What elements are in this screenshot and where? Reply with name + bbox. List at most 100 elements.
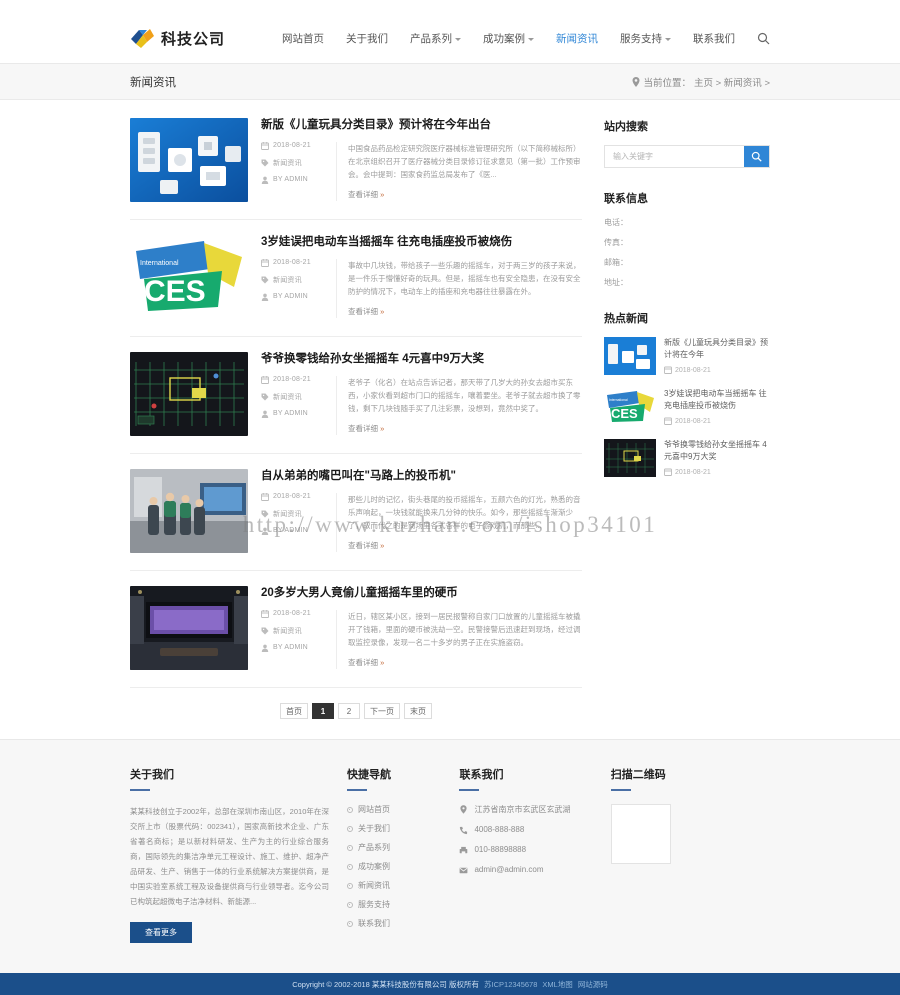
- news-item[interactable]: 爷爷换零钱给孙女坐摇摇车 4元喜中9万大奖 2018-08-21 新闻资讯: [130, 352, 582, 454]
- news-category[interactable]: 新闻资讯: [261, 275, 328, 285]
- bullet-icon: [347, 826, 353, 832]
- author-text: BY ADMIN: [273, 410, 308, 417]
- user-icon: [261, 293, 269, 301]
- read-more-link[interactable]: 查看详细 »: [348, 656, 582, 669]
- news-title[interactable]: 新版《儿童玩具分类目录》预计将在今年出台: [261, 118, 582, 133]
- read-more-link[interactable]: 查看详细 »: [348, 422, 582, 435]
- news-thumbnail[interactable]: International CES: [130, 235, 248, 319]
- search-icon[interactable]: [757, 32, 770, 45]
- news-category[interactable]: 新闻资讯: [261, 158, 328, 168]
- hot-news-title-text[interactable]: 爷爷换零钱给孙女坐摇摇车 4元喜中9万大奖: [664, 439, 770, 463]
- footer-link-home[interactable]: 网站首页: [347, 804, 442, 815]
- news-thumbnail[interactable]: [130, 586, 248, 670]
- arrow-icon: »: [380, 307, 384, 316]
- news-category[interactable]: 新闻资讯: [261, 509, 328, 519]
- news-title[interactable]: 20多岁大男人竟偷儿童摇摇车里的硬币: [261, 586, 582, 601]
- search-submit-button[interactable]: [744, 146, 769, 167]
- author-text: BY ADMIN: [273, 644, 308, 651]
- footer-email-text: admin@admin.com: [474, 865, 543, 874]
- nav-label: 新闻资讯: [556, 31, 598, 46]
- news-description: 事故中几块钱，带给孩子一些乐趣的摇摇车，对于两三岁的孩子来说，是一件乐于懵懂好奇…: [348, 259, 582, 319]
- icp-link[interactable]: 苏ICP12345678: [484, 979, 537, 990]
- news-item[interactable]: International CES 3岁娃误把电动车当摇摇车 往充电插座投币被烧…: [130, 235, 582, 337]
- page-next[interactable]: 下一页: [364, 703, 400, 719]
- hot-news-thumbnail[interactable]: International CES: [604, 388, 656, 426]
- footer-link-cases[interactable]: 成功案例: [347, 861, 442, 872]
- bullet-icon: [347, 921, 353, 927]
- category-text: 新闻资讯: [273, 158, 302, 168]
- calendar-icon: [664, 468, 672, 476]
- nav-item-news[interactable]: 新闻资讯: [556, 31, 598, 46]
- hot-news-thumbnail[interactable]: [604, 337, 656, 375]
- read-more-link[interactable]: 查看详细 »: [348, 305, 582, 318]
- news-title[interactable]: 爷爷换零钱给孙女坐摇摇车 4元喜中9万大奖: [261, 352, 582, 367]
- hot-news-thumbnail[interactable]: [604, 439, 656, 477]
- footer-link-news[interactable]: 新闻资讯: [347, 880, 442, 891]
- page-last[interactable]: 末页: [404, 703, 432, 719]
- news-title[interactable]: 自从弟弟的嘴巴叫在"马路上的投币机": [261, 469, 582, 484]
- hot-news-item[interactable]: 新版《儿童玩具分类目录》预计将在今年 2018-08-21: [604, 337, 770, 375]
- footer-email[interactable]: admin@admin.com: [459, 865, 592, 875]
- hot-news-item[interactable]: 爷爷换零钱给孙女坐摇摇车 4元喜中9万大奖 2018-08-21: [604, 439, 770, 477]
- nav-label: 服务支持: [620, 31, 662, 46]
- news-thumbnail[interactable]: [130, 118, 248, 202]
- date-text: 2018-08-21: [273, 493, 311, 500]
- footer-link-support[interactable]: 服务支持: [347, 899, 442, 910]
- news-thumbnail[interactable]: [130, 469, 248, 553]
- news-item[interactable]: 自从弟弟的嘴巴叫在"马路上的投币机" 2018-08-21 新闻资讯: [130, 469, 582, 571]
- user-icon: [261, 644, 269, 652]
- nav-item-contact[interactable]: 联系我们: [693, 31, 735, 46]
- news-title[interactable]: 3岁娃误把电动车当摇摇车 往充电插座投币被烧伤: [261, 235, 582, 250]
- page-first[interactable]: 首页: [280, 703, 308, 719]
- page-1[interactable]: 1: [312, 703, 334, 719]
- footer-link-products[interactable]: 产品系列: [347, 842, 442, 853]
- tag-icon: [261, 627, 269, 635]
- view-more-button[interactable]: 查看更多: [130, 922, 192, 943]
- news-description: 那些儿时的记忆，街头巷尾的投币摇摇车，五颜六色的灯光，熟悉的音乐声响起，一块钱就…: [348, 493, 582, 553]
- nav-item-about[interactable]: 关于我们: [346, 31, 388, 46]
- contact-email-label: 邮箱：: [604, 257, 770, 268]
- hot-news-title-text[interactable]: 3岁娃误把电动车当摇摇车 往充电插座投币被烧伤: [664, 388, 770, 412]
- news-thumbnail[interactable]: [130, 352, 248, 436]
- hot-news-date: 2018-08-21: [664, 468, 770, 476]
- category-text: 新闻资讯: [273, 275, 302, 285]
- hot-news-title-text[interactable]: 新版《儿童玩具分类目录》预计将在今年: [664, 337, 770, 361]
- page-2[interactable]: 2: [338, 703, 360, 719]
- contact-info-block: 联系信息 电话： 传真： 邮箱： 地址：: [604, 190, 770, 288]
- breadcrumb-path[interactable]: 主页 > 新闻资讯 >: [694, 75, 770, 89]
- source-link[interactable]: 网站源码: [578, 979, 608, 990]
- search-input[interactable]: [605, 146, 744, 167]
- news-item[interactable]: 新版《儿童玩具分类目录》预计将在今年出台 2018-08-21 新闻资讯: [130, 118, 582, 220]
- nav-label: 关于我们: [346, 31, 388, 46]
- hot-news-block: 热点新闻 新版《儿童玩具分类目录》预计将在今年 2018-08-: [604, 310, 770, 477]
- hot-news-item[interactable]: International CES 3岁娃误把电动车当摇摇车 往充电插座投币被烧…: [604, 388, 770, 426]
- tag-icon: [261, 276, 269, 284]
- footer-link-about[interactable]: 关于我们: [347, 823, 442, 834]
- news-category[interactable]: 新闻资讯: [261, 626, 328, 636]
- read-more-link[interactable]: 查看详细 »: [348, 188, 582, 201]
- date-text: 2018-08-21: [273, 376, 311, 383]
- footer-address: 江苏省南京市玄武区玄武湖: [459, 804, 592, 815]
- footer-link-contact[interactable]: 联系我们: [347, 918, 442, 929]
- nav-item-support[interactable]: 服务支持: [620, 31, 671, 46]
- contact-fax-label: 传真：: [604, 237, 770, 248]
- news-date: 2018-08-21: [261, 376, 328, 384]
- contact-info-title: 联系信息: [604, 190, 770, 206]
- nav-item-home[interactable]: 网站首页: [282, 31, 324, 46]
- read-more-link[interactable]: 查看详细 »: [348, 539, 582, 552]
- footer-title-rule: [347, 789, 367, 791]
- news-item[interactable]: 20多岁大男人竟偷儿童摇摇车里的硬币 2018-08-21 新闻资讯: [130, 586, 582, 688]
- read-more-label: 查看详细: [348, 307, 378, 316]
- news-body: 爷爷换零钱给孙女坐摇摇车 4元喜中9万大奖 2018-08-21 新闻资讯: [261, 352, 582, 436]
- news-category[interactable]: 新闻资讯: [261, 392, 328, 402]
- logo[interactable]: 科技公司: [130, 27, 225, 51]
- xml-sitemap-link[interactable]: XML地图: [542, 979, 572, 990]
- footer-link-label: 新闻资讯: [358, 880, 390, 891]
- nav-item-products[interactable]: 产品系列: [410, 31, 461, 46]
- read-more-label: 查看详细: [348, 424, 378, 433]
- logo-mark-icon: [130, 27, 156, 51]
- nav-item-cases[interactable]: 成功案例: [483, 31, 534, 46]
- calendar-icon: [261, 142, 269, 150]
- nav-label: 产品系列: [410, 31, 452, 46]
- footer-link-label: 网站首页: [358, 804, 390, 815]
